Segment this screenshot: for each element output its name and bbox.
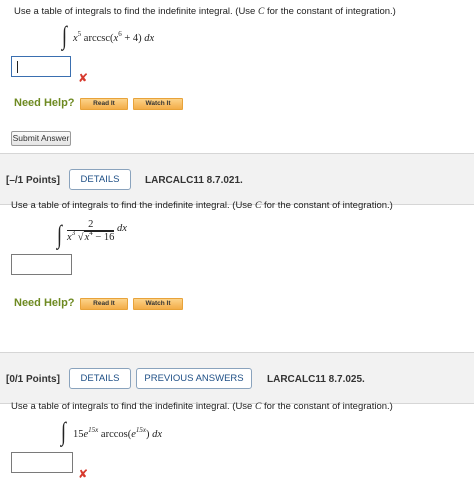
problem-2-answer-input[interactable] <box>11 254 72 275</box>
problem-2-prompt: Use a table of integrals to find the ind… <box>11 200 393 211</box>
problem-3-points: [0/1 Points] <box>6 374 60 385</box>
read-it-button[interactable]: Read It <box>80 98 128 110</box>
need-help-label: Need Help? <box>14 297 75 309</box>
problem-3-prompt: Use a table of integrals to find the ind… <box>11 401 393 412</box>
fraction-denominator: x3 √x4 − 16 <box>67 229 115 243</box>
problem-3-details-button[interactable]: DETAILS <box>69 368 131 389</box>
integral-sign: ∫ <box>57 220 62 249</box>
problem-3-code: LARCALC11 8.7.025. <box>267 374 365 385</box>
integral-sign: ∫ <box>62 21 67 50</box>
read-it-button[interactable]: Read It <box>80 298 128 310</box>
problem-2-details-button[interactable]: DETAILS <box>69 169 131 190</box>
watch-it-button[interactable]: Watch It <box>133 98 183 110</box>
problem-3-integrand: 15e15x arccos(e15x) dx <box>73 426 163 441</box>
need-help-label: Need Help? <box>14 97 75 109</box>
problem-2-code: LARCALC11 8.7.021. <box>145 175 243 186</box>
problem-2-points: [–/1 Points] <box>6 175 60 186</box>
submit-answer-button[interactable]: Submit Answer <box>11 131 71 146</box>
previous-answers-button[interactable]: PREVIOUS ANSWERS <box>136 368 252 389</box>
problem-1-answer-input[interactable] <box>11 56 71 77</box>
problem-1-prompt: Use a table of integrals to find the ind… <box>14 6 396 17</box>
fraction: 2 x3 √x4 − 16 <box>67 219 115 244</box>
problem-2-integrand: 2 x3 √x4 − 16 dx <box>67 219 127 244</box>
x-mark-icon: ✘ <box>78 467 89 481</box>
problem-1-integrand: x5 arccsc(x6 + 4) dx <box>73 30 155 45</box>
text-caret <box>17 61 18 73</box>
x-mark-icon: ✘ <box>78 71 89 85</box>
integral-sign: ∫ <box>61 417 66 446</box>
problem-3-answer-input[interactable] <box>11 452 73 473</box>
watch-it-button[interactable]: Watch It <box>133 298 183 310</box>
